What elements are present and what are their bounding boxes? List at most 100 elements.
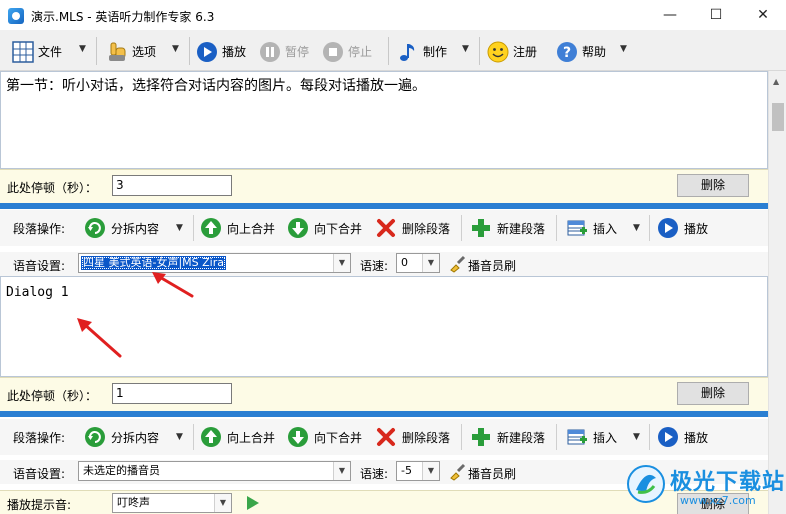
delete-paragraph-label: 删除段落 (402, 221, 451, 236)
speed-select[interactable]: -5 ▼ (396, 461, 440, 481)
section-text-pane[interactable]: 第一节：听小对话，选择符合对话内容的图片。每段对话播放一遍。 (0, 71, 768, 169)
play-icon (658, 218, 678, 238)
help-label: 帮助 (582, 45, 607, 59)
brush-icon (450, 255, 466, 273)
toolbar-separator (189, 37, 190, 65)
paragraph-play-button[interactable]: 播放 (657, 215, 708, 241)
make-menu-button[interactable]: 制作 (397, 38, 447, 65)
paragraph-ops-label: 段落操作: (13, 221, 66, 236)
scroll-up-icon[interactable]: ▲ (773, 77, 779, 86)
arrow-down-icon (288, 427, 308, 447)
scroll-thumb[interactable] (772, 103, 784, 131)
insert-table-icon (567, 429, 587, 445)
toolbar-separator (193, 215, 194, 241)
watermark-logo-icon (627, 465, 665, 503)
play-label: 播放 (222, 45, 247, 59)
toolbar-separator (556, 215, 557, 241)
pause-seconds-label: 此处停顿（秒）： (7, 389, 98, 403)
insert-dropdown-icon[interactable]: ▼ (633, 432, 640, 442)
brush-icon (450, 463, 466, 481)
stop-button[interactable]: 停止 (322, 38, 372, 65)
register-button[interactable]: 注册 (487, 38, 537, 65)
play-icon (197, 41, 217, 62)
stop-label: 停止 (348, 45, 373, 59)
speed-select[interactable]: 0 ▼ (396, 253, 440, 273)
arrow-up-icon (201, 427, 221, 447)
paragraph-ops-label: 段落操作: (13, 430, 66, 445)
make-dropdown-icon[interactable]: ▼ (462, 44, 469, 54)
watermark: 极光下载站 www.xz7.com (624, 460, 786, 512)
merge-down-button[interactable]: 向下合并 (287, 424, 362, 450)
arrow-up-icon (201, 218, 221, 238)
merge-up-label: 向上合并 (227, 430, 276, 445)
pause-seconds-input[interactable]: 1 (112, 383, 232, 404)
paragraph-play-label: 播放 (684, 221, 709, 236)
delete-paragraph-label: 删除段落 (402, 430, 451, 445)
watermark-name: 极光下载站 (670, 470, 786, 495)
speed-select-value: 0 (401, 256, 408, 269)
minimize-button[interactable]: — (647, 0, 693, 31)
voice-select-value: 未选定的播音员 (83, 464, 160, 477)
voice-select[interactable]: 未选定的播音员 ▼ (78, 461, 351, 481)
announcer-brush-button[interactable]: 播音员刷 (468, 465, 516, 482)
smiley-icon (487, 41, 509, 62)
new-paragraph-button[interactable]: 新建段落 (470, 215, 545, 241)
toolbar-separator (461, 424, 462, 450)
delete-button[interactable]: 删除 (677, 174, 749, 197)
new-paragraph-button[interactable]: 新建段落 (470, 424, 545, 450)
play-triangle-icon[interactable] (246, 495, 260, 511)
merge-down-button[interactable]: 向下合并 (287, 215, 362, 241)
options-dropdown-icon[interactable]: ▼ (172, 44, 179, 54)
merge-down-label: 向下合并 (314, 430, 363, 445)
options-hand-icon (109, 42, 126, 61)
split-content-button[interactable]: 分拆内容 (84, 424, 159, 450)
prompt-sound-label: 播放提示音: (7, 498, 72, 512)
help-dropdown-icon[interactable]: ▼ (620, 44, 627, 54)
insert-dropdown-icon[interactable]: ▼ (633, 223, 640, 233)
voice-select[interactable]: 四星 美式英语-女声|MS Zira ▼ (78, 253, 351, 273)
plus-icon (472, 428, 490, 446)
split-dropdown-icon[interactable]: ▼ (176, 432, 183, 442)
split-refresh-icon (85, 427, 105, 447)
window-title: 演示.MLS - 英语听力制作专家 6.3 (31, 10, 215, 24)
file-menu-button[interactable]: 文件 (12, 38, 62, 65)
prompt-sound-select[interactable]: 叮咚声 ▼ (112, 493, 232, 513)
paragraph-toolbar: 段落操作: 分拆内容 ▼ 向上合并 向下合并 删除段落 新建段落 插入 ▼ 播放 (0, 210, 768, 246)
pause-icon (260, 41, 280, 62)
red-x-icon (377, 219, 395, 237)
title-bar: 演示.MLS - 英语听力制作专家 6.3 — ☐ ✕ (0, 0, 786, 31)
play-button[interactable]: 播放 (196, 38, 246, 65)
vertical-scrollbar[interactable]: ▲ (768, 71, 786, 514)
red-x-icon (377, 428, 395, 446)
paragraph-pause-row: 此处停顿（秒）： 1 删除 (0, 377, 768, 411)
announcer-brush-button[interactable]: 播音员刷 (468, 257, 516, 274)
delete-paragraph-button[interactable]: 删除段落 (375, 215, 450, 241)
options-menu-button[interactable]: 选项 (106, 38, 156, 65)
pause-button[interactable]: 暂停 (259, 38, 309, 65)
delete-button[interactable]: 删除 (677, 382, 749, 405)
app-icon (8, 8, 24, 24)
main-toolbar: 文件 ▼ 选项 ▼ 播放 暂停 停止 制作 ▼ 注册 ? 帮助 ▼ (0, 31, 786, 71)
paragraph-play-button[interactable]: 播放 (657, 424, 708, 450)
split-dropdown-icon[interactable]: ▼ (176, 223, 183, 233)
file-dropdown-icon[interactable]: ▼ (79, 44, 86, 54)
toolbar-separator (649, 215, 650, 241)
help-menu-button[interactable]: ? 帮助 (556, 38, 606, 65)
speed-label: 语速: (360, 467, 389, 481)
pause-seconds-input[interactable]: 3 (112, 175, 232, 196)
paragraph-divider (0, 203, 768, 209)
split-content-label: 分拆内容 (111, 430, 160, 445)
merge-up-button[interactable]: 向上合并 (200, 215, 275, 241)
insert-button[interactable]: 插入 (566, 215, 617, 241)
maximize-button[interactable]: ☐ (693, 0, 739, 31)
split-refresh-icon (85, 218, 105, 238)
insert-button[interactable]: 插入 (566, 424, 617, 450)
delete-paragraph-button[interactable]: 删除段落 (375, 424, 450, 450)
chevron-down-icon: ▼ (422, 254, 439, 272)
section-text: 第一节：听小对话，选择符合对话内容的图片。每段对话播放一遍。 (6, 78, 426, 94)
split-content-button[interactable]: 分拆内容 (84, 215, 159, 241)
merge-up-button[interactable]: 向上合并 (200, 424, 275, 450)
close-button[interactable]: ✕ (740, 0, 786, 31)
play-icon (658, 427, 678, 447)
svg-text:?: ? (563, 45, 571, 61)
